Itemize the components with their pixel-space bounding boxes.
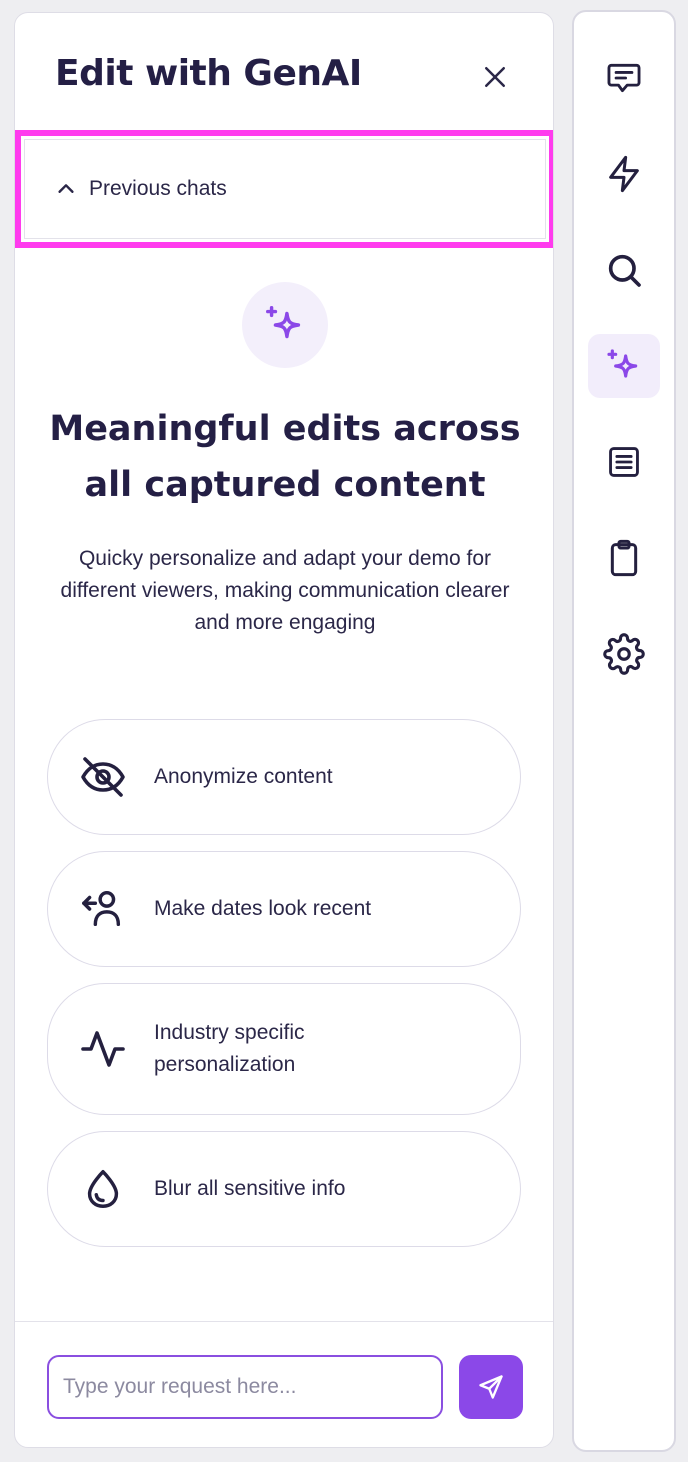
panel-title: Edit with GenAI (55, 53, 362, 94)
side-toolbar (572, 10, 676, 1452)
document-list-icon (609, 447, 639, 477)
comments-button[interactable] (588, 46, 660, 110)
previous-chats-toggle[interactable]: Previous chats (24, 139, 546, 239)
search-icon (608, 254, 641, 287)
clipboard-icon (610, 539, 638, 577)
sparkles-icon (607, 349, 638, 378)
suggestion-blur-sensitive-info[interactable]: Blur all sensitive info (47, 1131, 521, 1247)
hero-description: Quicky personalize and adapt your demo f… (60, 547, 510, 634)
hero-sparkles-badge (242, 282, 328, 368)
genai-panel: Edit with GenAI Previous chats Meaningfu… (14, 12, 554, 1448)
message-icon (607, 63, 641, 93)
sparkles-icon (266, 306, 301, 339)
previous-chats-label: Previous chats (89, 177, 227, 200)
suggestion-industry-personalization[interactable]: Industry specific personalization (47, 983, 521, 1115)
send-icon (479, 1375, 503, 1399)
search-button[interactable] (588, 238, 660, 302)
close-button[interactable] (475, 57, 515, 97)
input-divider (15, 1321, 553, 1322)
previous-chats-highlight: Previous chats (15, 130, 553, 248)
suggestion-label: Blur all sensitive info (154, 1177, 346, 1200)
chevron-up-icon (58, 184, 74, 193)
gear-icon (603, 633, 645, 675)
hero-title: Meaningful edits across all captured con… (49, 409, 521, 505)
genai-button[interactable] (588, 334, 660, 398)
send-button[interactable] (459, 1355, 523, 1419)
activity-icon (81, 1031, 125, 1067)
suggestion-label: Industry specific personalization (154, 1021, 305, 1076)
close-icon (485, 67, 505, 87)
settings-button[interactable] (588, 622, 660, 686)
suggestion-make-dates-recent[interactable]: Make dates look recent (47, 851, 521, 967)
actions-button[interactable] (588, 142, 660, 206)
request-input[interactable] (47, 1355, 443, 1419)
eye-off-icon (81, 757, 125, 797)
user-arrow-icon (82, 890, 121, 927)
suggestion-label: Make dates look recent (154, 897, 372, 920)
script-button[interactable] (588, 430, 660, 494)
panel-header: Edit with GenAI (15, 13, 553, 133)
clipboard-button[interactable] (588, 526, 660, 590)
suggestion-label: Anonymize content (154, 765, 333, 788)
droplet-icon (87, 1170, 119, 1208)
suggestion-anonymize-content[interactable]: Anonymize content (47, 719, 521, 835)
lightning-icon (609, 155, 639, 193)
